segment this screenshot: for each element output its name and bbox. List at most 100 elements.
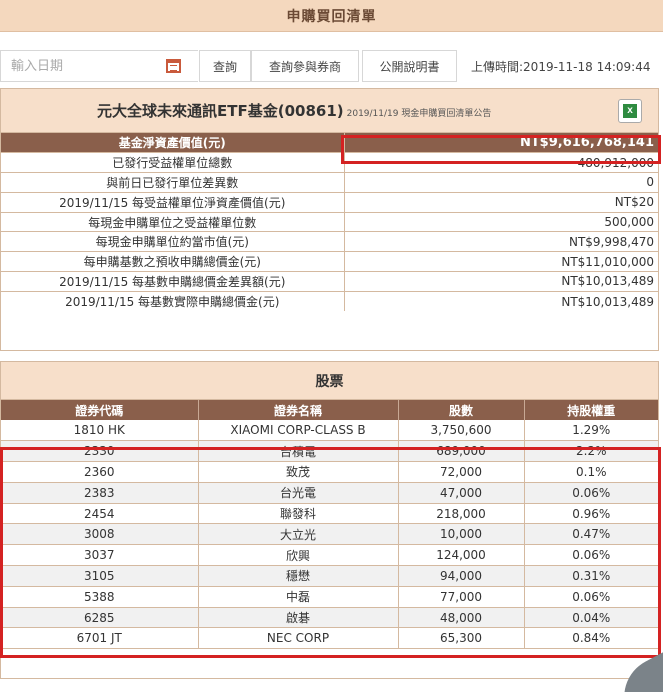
fund-row-value: 0	[344, 172, 658, 193]
fund-row-label: 基金淨資產價值(元)	[1, 133, 345, 154]
stock-code: 2330	[1, 440, 199, 463]
stock-weight: 0.06%	[524, 544, 658, 567]
fund-name-text: 元大全球未來通訊ETF基金(00861)	[97, 102, 344, 120]
stock-table: 證券代碼 證券名稱 股數 持股權重 1810 HK XIAOMI CORP-CLASS …	[1, 400, 658, 650]
stock-shares: 10,000	[398, 523, 525, 546]
stock-name: NEC CORP	[198, 627, 399, 650]
fund-summary: 元大全球未來通訊ETF基金(00861) 2019/11/19 現金申購買回清單公…	[0, 88, 659, 351]
stock-weight: 0.06%	[524, 482, 658, 504]
stock-shares: 689,000	[398, 440, 525, 463]
stock-name: XIAOMI CORP-CLASS B	[198, 420, 399, 442]
stock-shares: 48,000	[398, 607, 525, 629]
fund-row-label: 每現金申購單位之受益權單位數	[1, 212, 345, 233]
fund-row-label: 已發行受益權單位總數	[1, 152, 345, 174]
fund-row-value: NT$9,998,470	[344, 231, 658, 253]
stock-weight: 1.29%	[524, 420, 658, 442]
stock-weight: 0.04%	[524, 607, 658, 629]
fund-row-label: 與前日已發行單位差異數	[1, 172, 345, 193]
stock-weight: 0.84%	[524, 627, 658, 650]
stock-name: 中磊	[198, 586, 399, 608]
table-row: 3008 大立光 10,000 0.47%	[1, 523, 658, 546]
stock-name: 欣興	[198, 544, 399, 567]
table-row: 2330 台積電 689,000 2.2%	[1, 440, 658, 463]
fund-row: 每現金申購單位約當市值(元) NT$9,998,470	[1, 231, 658, 253]
fund-row: 與前日已發行單位差異數 0	[1, 172, 658, 193]
query-participants-button[interactable]: 查詢參與券商	[251, 50, 359, 82]
stock-section-title: 股票	[1, 362, 658, 400]
prospectus-button[interactable]: 公開說明書	[362, 50, 457, 82]
stock-name: 致茂	[198, 461, 399, 483]
table-row: 3037 欣興 124,000 0.06%	[1, 544, 658, 567]
table-row: 6701 JT NEC CORP 65,300 0.84%	[1, 627, 658, 650]
fund-row-value: NT$9,616,768,141	[344, 133, 658, 154]
stock-code: 2454	[1, 503, 199, 525]
stock-weight: 2.2%	[524, 440, 658, 463]
fund-row: 每申購基數之預收申購總價金(元) NT$11,010,000	[1, 251, 658, 273]
fund-row-label: 2019/11/15 每基數實際申購總價金(元)	[1, 291, 345, 312]
stock-name: 啟碁	[198, 607, 399, 629]
stock-name: 台光電	[198, 482, 399, 504]
fund-row-value: NT$10,013,489	[561, 294, 654, 309]
stock-section: 股票 證券代碼 證券名稱 股數 持股權重 1810 HK XIAOMI CORP-CLA…	[0, 361, 659, 679]
stock-shares: 218,000	[398, 503, 525, 525]
stock-code: 6701 JT	[1, 627, 199, 650]
fund-row-value: 480,912,000	[344, 152, 658, 174]
stock-weight: 0.47%	[524, 523, 658, 546]
table-row: 5388 中磊 77,000 0.06%	[1, 586, 658, 608]
stock-code: 1810 HK	[1, 420, 199, 442]
stock-code: 5388	[1, 586, 199, 608]
table-row: 1810 HK XIAOMI CORP-CLASS B 3,750,600 1.29%	[1, 420, 658, 442]
stock-weight: 0.06%	[524, 586, 658, 608]
fund-row: 基金淨資產價值(元) NT$9,616,768,141	[1, 133, 658, 154]
stock-code: 3037	[1, 544, 199, 567]
stock-code: 2383	[1, 482, 199, 504]
fund-row-label: 2019/11/15 每受益權單位淨資產價值(元)	[1, 192, 345, 213]
column-header: 證券名稱	[198, 400, 399, 420]
stock-name: 聯發科	[198, 503, 399, 525]
stock-weight: 0.96%	[524, 503, 658, 525]
fund-row-value: 500,000	[344, 212, 658, 233]
stock-name: 大立光	[198, 523, 399, 546]
toolbar: 查詢 查詢參與券商 公開說明書 上傳時間:2019-11-18 14:09:44	[0, 48, 663, 84]
fund-row: 已發行受益權單位總數 480,912,000	[1, 152, 658, 174]
calendar-icon[interactable]	[166, 59, 181, 73]
column-header: 股數	[398, 400, 525, 420]
table-row: 2383 台光電 47,000 0.06%	[1, 482, 658, 504]
stock-name: 穩懋	[198, 565, 399, 587]
table-row: 2360 致茂 72,000 0.1%	[1, 461, 658, 483]
stock-name: 台積電	[198, 440, 399, 463]
stock-weight: 0.31%	[524, 565, 658, 587]
fund-row: 每現金申購單位之受益權單位數 500,000	[1, 212, 658, 233]
column-header: 持股權重	[524, 400, 658, 420]
fund-row-value: NT$10,013,489	[344, 271, 658, 292]
fund-nav-table: 基金淨資產價值(元) NT$9,616,768,141 已發行受益權單位總數 480,…	[1, 133, 658, 312]
stock-shares: 72,000	[398, 461, 525, 483]
stock-weight: 0.1%	[524, 461, 658, 483]
table-row: 3105 穩懋 94,000 0.31%	[1, 565, 658, 587]
fund-name: 元大全球未來通訊ETF基金(00861) 2019/11/19 現金申購買回清單公…	[97, 100, 491, 121]
fund-row-label: 2019/11/15 每基數申購總價金差異額(元)	[1, 271, 345, 292]
stock-shares: 3,750,600	[398, 420, 525, 442]
fund-row: 2019/11/15 每基數實際申購總價金(元) NT$10,013,489	[1, 291, 658, 312]
fund-row-label: 每現金申購單位約當市值(元)	[1, 231, 345, 253]
table-row: 2454 聯發科 218,000 0.96%	[1, 503, 658, 525]
stock-shares: 94,000	[398, 565, 525, 587]
table-row: 6285 啟碁 48,000 0.04%	[1, 607, 658, 629]
fund-row-label: 每申購基數之預收申購總價金(元)	[1, 251, 345, 273]
excel-icon[interactable]	[618, 99, 642, 123]
fund-row-value: NT$11,010,000	[344, 251, 658, 273]
page-header: 申購買回清單	[0, 0, 663, 32]
column-header: 證券代碼	[1, 400, 199, 420]
upload-time: 上傳時間:2019-11-18 14:09:44	[471, 60, 651, 74]
stock-shares: 47,000	[398, 482, 525, 504]
stock-shares: 77,000	[398, 586, 525, 608]
stock-code: 3105	[1, 565, 199, 587]
stock-code: 6285	[1, 607, 199, 629]
page-title: 申購買回清單	[286, 8, 377, 25]
fund-header: 元大全球未來通訊ETF基金(00861) 2019/11/19 現金申購買回清單公…	[1, 89, 658, 133]
query-button[interactable]: 查詢	[199, 50, 251, 82]
fund-row: 2019/11/15 每基數申購總價金差異額(元) NT$10,013,489	[1, 271, 658, 292]
stock-code: 3008	[1, 523, 199, 546]
fund-note: 2019/11/19 現金申購買回清單公告	[346, 109, 492, 119]
stock-code: 2360	[1, 461, 199, 483]
